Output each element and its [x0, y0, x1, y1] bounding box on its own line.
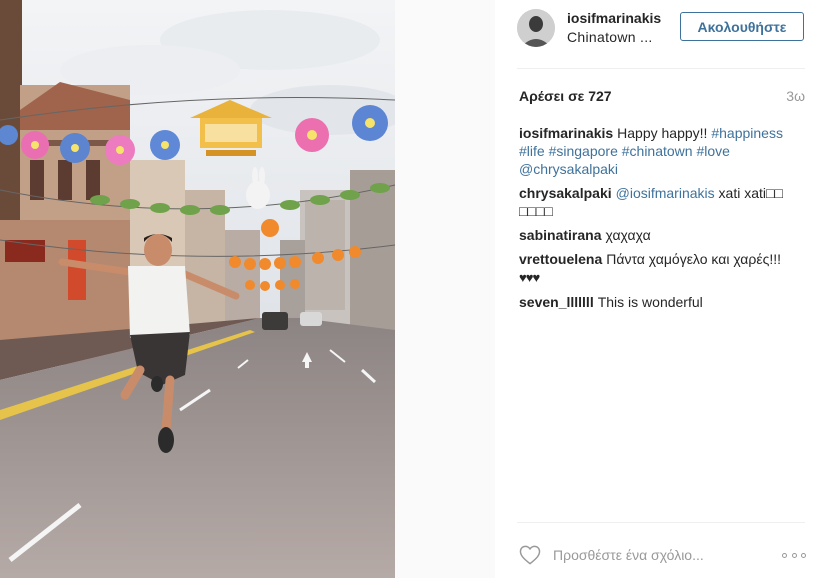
comment-item: chrysakalpaki @iosifmarinakis xati xati□□…: [519, 184, 805, 220]
comment-username[interactable]: chrysakalpaki: [519, 185, 612, 201]
comment-username[interactable]: seven_lllllll: [519, 294, 594, 310]
comment-text: χαχαχα: [605, 227, 651, 243]
avatar[interactable]: [517, 9, 555, 47]
hashtag-chinatown[interactable]: #chinatown: [622, 143, 693, 159]
hashtag-singapore[interactable]: #singapore: [549, 143, 618, 159]
post-header: iosifmarinakis Chinatown ... Ακολουθήστε: [517, 0, 805, 69]
caption-username[interactable]: iosifmarinakis: [519, 125, 613, 141]
hashtag-life[interactable]: #life: [519, 143, 545, 159]
mention-chrysakalpaki[interactable]: @chrysakalpaki: [519, 161, 618, 177]
footer-divider: [517, 522, 805, 523]
comment-item: sabinatirana χαχαχα: [519, 226, 805, 244]
post-username[interactable]: iosifmarinakis: [567, 10, 661, 26]
comment-text: Πάντα χαμόγελο και χαρές!!!: [606, 251, 782, 267]
likes-count[interactable]: Αρέσει σε 727: [519, 88, 612, 104]
post-photo[interactable]: [0, 0, 495, 578]
comment-hearts: ♥♥♥: [519, 270, 540, 285]
comment-username[interactable]: sabinatirana: [519, 227, 601, 243]
comment-input[interactable]: [553, 545, 733, 565]
post-location[interactable]: Chinatown ...: [567, 29, 653, 45]
comment-item: vrettouelena Πάντα χαμόγελο και χαρές!!! …: [519, 250, 805, 287]
hashtag-happiness[interactable]: #happiness: [711, 125, 783, 141]
comment-item: seven_lllllll This is wonderful: [519, 293, 805, 311]
photo-illustration: [0, 0, 495, 578]
follow-button[interactable]: Ακολουθήστε: [680, 12, 804, 41]
post-age[interactable]: 3ω: [786, 88, 805, 104]
heart-icon[interactable]: [519, 545, 541, 565]
dot: [801, 552, 806, 558]
hashtag-love[interactable]: #love: [696, 143, 729, 159]
dot: [782, 552, 787, 558]
post-details-panel: iosifmarinakis Chinatown ... Ακολουθήστε…: [495, 0, 825, 578]
comment-mention[interactable]: @iosifmarinakis: [616, 185, 715, 201]
more-options-icon[interactable]: [782, 548, 806, 562]
comments-list: iosifmarinakis Happy happy!! #happiness #…: [519, 124, 805, 317]
dot: [791, 552, 797, 558]
caption-text: Happy happy!!: [617, 125, 708, 141]
comment-text: This is wonderful: [597, 294, 703, 310]
caption: iosifmarinakis Happy happy!! #happiness #…: [519, 124, 805, 178]
comment-username[interactable]: vrettouelena: [519, 251, 602, 267]
